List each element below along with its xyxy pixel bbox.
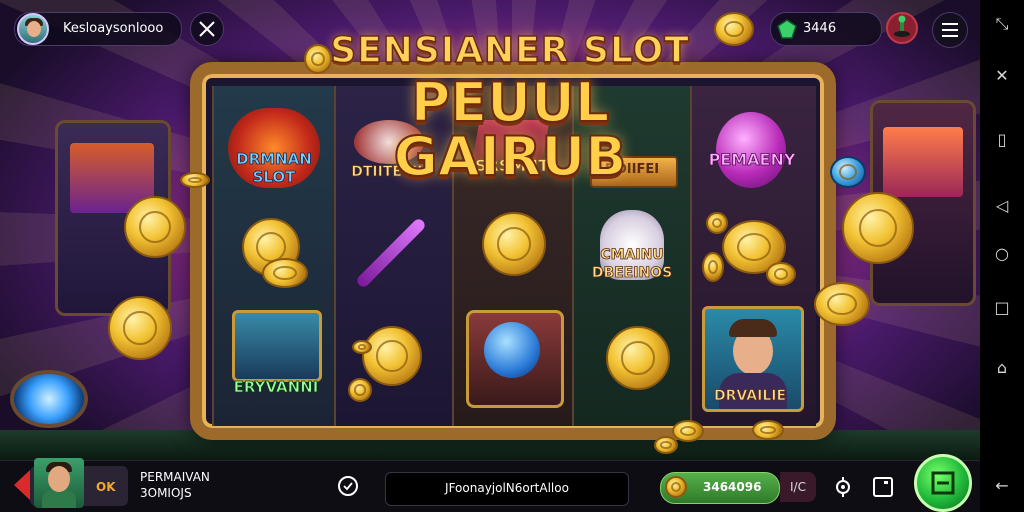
gold-coin bbox=[654, 436, 678, 454]
gear-icon bbox=[836, 477, 850, 497]
gold-coin bbox=[766, 262, 796, 286]
reel4-mid-label: CMAINU DBEEINOS bbox=[591, 247, 673, 282]
gold-coin bbox=[352, 340, 372, 354]
player-name: PERMAIVAN 3OMIOJS bbox=[140, 469, 210, 501]
spin-icon bbox=[931, 471, 955, 495]
player-face bbox=[48, 466, 70, 492]
recents-icon[interactable]: ▯ bbox=[980, 130, 1024, 149]
profile-pill[interactable]: Kesloaysonlooo bbox=[14, 12, 182, 46]
game-title-line2: PEUUL GAIRUB bbox=[393, 71, 628, 188]
gold-coin bbox=[362, 326, 422, 386]
back-arrow-icon[interactable] bbox=[14, 470, 30, 500]
game-scene: DRMNAN SLOT DTIITE IIIC SRSMIIT DOIIFEI … bbox=[0, 0, 1024, 512]
gold-coin bbox=[108, 296, 172, 360]
player-thumbnail[interactable] bbox=[34, 458, 84, 508]
ok-tag: OK bbox=[96, 480, 116, 494]
gold-coin bbox=[842, 192, 914, 264]
gold-coin bbox=[348, 378, 372, 402]
crossed-swords-button[interactable] bbox=[190, 12, 224, 46]
home-icon[interactable]: ○ bbox=[980, 244, 1024, 263]
joystick-icon bbox=[894, 15, 910, 37]
gold-coin bbox=[262, 258, 308, 288]
square-icon bbox=[873, 477, 893, 497]
hero-hair bbox=[729, 319, 777, 337]
player-name-line1: PERMAIVAN bbox=[140, 470, 210, 484]
reel5-bottom-label: DRVAILIE bbox=[713, 388, 787, 405]
hamburger-menu-button[interactable] bbox=[932, 12, 968, 48]
back-arrow-nav-icon[interactable]: ← bbox=[980, 476, 1024, 495]
menu-line bbox=[942, 23, 958, 25]
settings-button[interactable] bbox=[830, 474, 856, 500]
menu-line bbox=[942, 29, 958, 31]
gold-coin bbox=[814, 282, 870, 326]
joystick-button[interactable] bbox=[886, 12, 918, 44]
gold-coin bbox=[706, 212, 728, 234]
crossed-swords-icon bbox=[199, 21, 215, 37]
player-name-line2: 3OMIOJS bbox=[140, 486, 192, 500]
right-machine-screen bbox=[883, 127, 963, 197]
green-gem-icon bbox=[777, 19, 797, 39]
gold-coin bbox=[180, 172, 210, 188]
gold-coin bbox=[606, 326, 670, 390]
username: Kesloaysonlooo bbox=[63, 21, 164, 36]
check-mark bbox=[343, 482, 353, 491]
blue-orb-lamp bbox=[10, 370, 88, 428]
coins-value: 3464096 bbox=[703, 480, 762, 494]
avatar-face bbox=[27, 21, 41, 37]
balance-pill[interactable]: 3446 bbox=[770, 12, 882, 46]
gold-coin bbox=[702, 252, 724, 282]
avatar[interactable] bbox=[17, 13, 49, 45]
home-outline-icon[interactable]: ⌂ bbox=[980, 358, 1024, 377]
coins-pill[interactable]: 3464096 bbox=[660, 472, 780, 504]
reel1-bottom-label: ERYVANNI bbox=[233, 378, 319, 397]
vk-tag[interactable]: I/C bbox=[780, 472, 816, 502]
menu-line bbox=[942, 35, 958, 37]
square-button[interactable] bbox=[870, 474, 896, 500]
back-icon[interactable]: ◁ bbox=[980, 196, 1024, 215]
center-info-field[interactable]: JFoonayjolN6ortAlloo bbox=[385, 472, 629, 506]
blue-chip bbox=[830, 156, 866, 188]
collapse-icon[interactable]: ⤡ bbox=[980, 14, 1024, 34]
center-info-text: JFoonayjolN6ortAlloo bbox=[445, 481, 569, 495]
balance-value: 3446 bbox=[803, 21, 837, 36]
fullscreen-exit-icon[interactable]: ✕ bbox=[980, 66, 1024, 85]
gold-coin bbox=[482, 212, 546, 276]
blue-fish-symbol bbox=[484, 322, 540, 378]
gold-coin bbox=[714, 12, 754, 46]
gold-coin bbox=[752, 420, 784, 440]
gold-coin bbox=[672, 420, 704, 442]
system-nav-bar: ⤡ ✕ ▯ ◁ ○ □ ⌂ ← bbox=[980, 0, 1024, 512]
spin-button[interactable] bbox=[914, 454, 972, 512]
overview-icon[interactable]: □ bbox=[980, 298, 1024, 317]
arcade-symbol bbox=[232, 310, 322, 382]
coin-icon bbox=[665, 476, 687, 498]
player-body bbox=[42, 490, 76, 508]
game-title-line1: SENSIANER SLOT bbox=[329, 29, 690, 72]
check-circle-icon[interactable] bbox=[338, 476, 358, 496]
gold-coin bbox=[124, 196, 186, 258]
